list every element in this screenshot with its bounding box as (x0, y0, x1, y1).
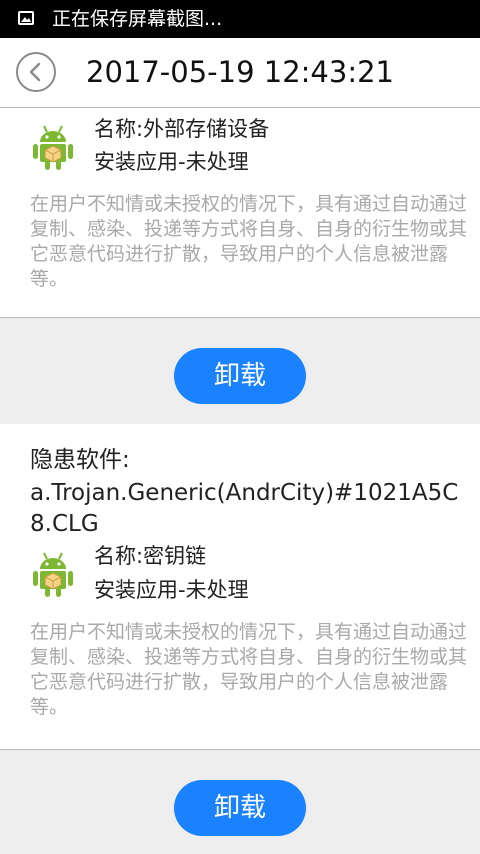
button-area: 卸载 (0, 318, 480, 424)
android-app-icon (33, 552, 73, 597)
threat-description: 在用户不知情或未授权的情况下，具有通过自动通过复制、感染、投递等方式将自身、自身… (30, 193, 468, 290)
uninstall-button[interactable]: 卸载 (174, 780, 306, 836)
threat-name: a.Trojan.Generic(AndrCity)#1021A5C8.CLG (30, 480, 459, 537)
header-bar: 2017-05-19 12:43:21 (0, 38, 480, 108)
image-icon (18, 11, 34, 25)
page-title: 2017-05-19 12:43:21 (86, 55, 394, 89)
back-button[interactable] (15, 51, 57, 93)
chevron-left-icon (16, 52, 56, 92)
button-area: 卸载 (0, 750, 480, 854)
threat-list[interactable]: 名称:外部存储设备 安装应用-未处理 在用户不知情或未授权的情况下，具有通过自动… (0, 108, 480, 854)
threat-card: 名称:外部存储设备 安装应用-未处理 在用户不知情或未授权的情况下，具有通过自动… (0, 108, 480, 317)
app-status: 安装应用-未处理 (94, 150, 249, 174)
uninstall-button[interactable]: 卸载 (174, 348, 306, 404)
threat-description: 在用户不知情或未授权的情况下，具有通过自动通过复制、感染、投递等方式将自身、自身… (30, 621, 468, 718)
threat-card: 隐患软件: a.Trojan.Generic(AndrCity)#1021A5C… (0, 424, 480, 749)
status-bar: 正在保存屏幕截图... (0, 0, 480, 38)
app-name: 名称:外部存储设备 (94, 117, 270, 141)
app-status: 安装应用-未处理 (94, 578, 249, 602)
app-name: 名称:密钥链 (94, 544, 207, 568)
android-app-icon (33, 125, 73, 170)
threat-label: 隐患软件: (30, 447, 130, 473)
screenshot-notification-text: 正在保存屏幕截图... (52, 8, 223, 30)
